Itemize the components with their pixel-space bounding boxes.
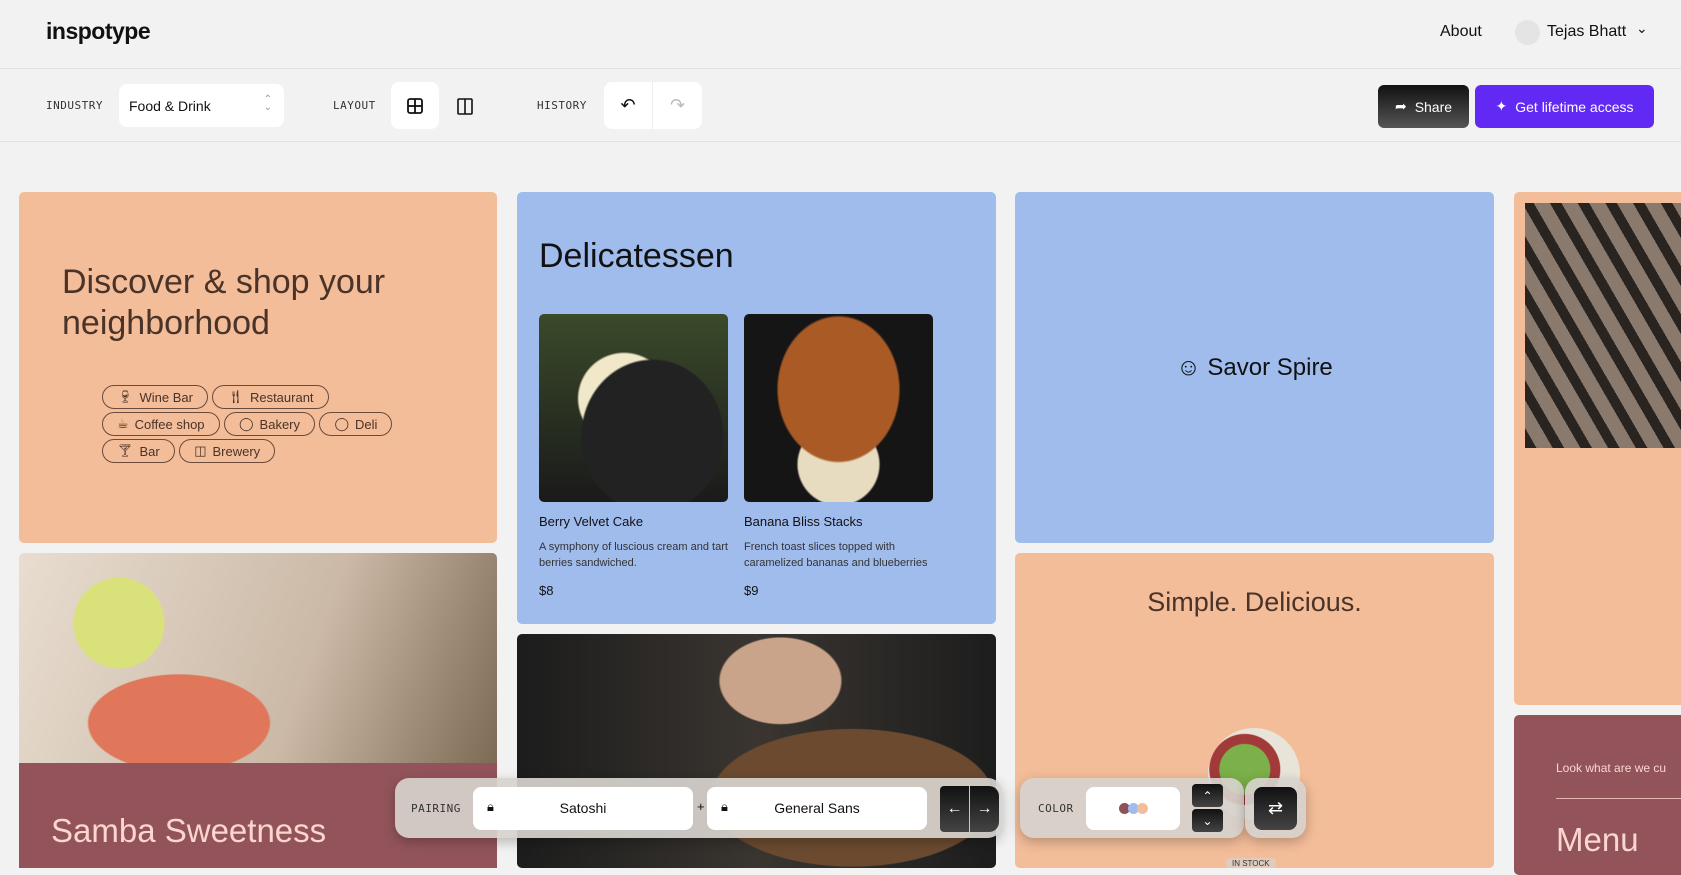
chip-brewery[interactable]: ◫ Brewery [179,439,276,463]
get-access-label: Get lifetime access [1515,98,1634,115]
brand-name: Savor Spire [1207,354,1333,381]
portrait-photo [1525,203,1681,448]
smile-icon: ☺︎ [1176,354,1201,381]
delicatessen-card: Delicatessen Berry Velvet Cake A symphon… [517,192,996,624]
layout-grid-button[interactable] [391,82,439,129]
bread-icon: ◯ [238,416,254,431]
dish-price: $9 [744,583,759,598]
portrait-card [1514,192,1681,705]
samba-title: Samba Sweetness [51,812,327,849]
color-label: COLOR [1038,802,1074,815]
menu-intro: Look what are we cu [1556,761,1667,775]
arrow-right-icon: → [976,800,993,817]
discover-title: Discover & shop your neighborhood [62,263,386,342]
simple-title: Simple. Delicious. [1147,587,1362,617]
plus-sign: + [697,799,705,814]
redo-icon[interactable]: ↷ [653,82,702,129]
font1-field[interactable]: 🔒︎ Satoshi [473,787,693,830]
arrow-left-icon: ← [946,800,963,817]
top-header: inspotype About Tejas Bhatt ⌄ [0,0,1681,69]
logo[interactable]: inspotype [46,18,151,45]
select-arrows-icon: ⌃ ⌄ [263,94,272,113]
beer-cup-icon: ◫ [194,443,207,458]
chip-label: Bar [139,443,160,459]
color-up-button[interactable]: ⌃ [1192,784,1223,807]
dish-name: Berry Velvet Cake [539,514,644,529]
shuffle-icon: ⇄ [1267,798,1284,818]
palette-swatch-button[interactable] [1086,787,1180,830]
history-group: ↶ ↷ [604,82,702,129]
shuffle-button[interactable]: ⇄ [1254,787,1297,830]
share-icon: ➦ [1394,98,1407,114]
share-label: Share [1414,98,1453,115]
next-pairing-button[interactable]: → [970,786,999,832]
industry-value: Food & Drink [129,98,211,114]
chip-bakery[interactable]: ◯ Bakery [223,412,316,436]
chip-list: 🍷︎ Wine Bar 🍴︎ Restaurant ☕︎ Coffee shop ◯ B… [102,385,432,466]
about-link[interactable]: About [1440,23,1482,41]
pairing-bar: PAIRING 🔒︎ Satoshi + 🔒︎ General Sans ← → [395,778,1002,838]
chip-coffee-shop[interactable]: ☕︎ Coffee shop [102,412,220,436]
chevron-down-icon: ⌄ [1202,813,1213,828]
menu-title: Menu [1556,821,1639,858]
color-down-button[interactable]: ⌄ [1192,809,1223,832]
font2-field[interactable]: 🔒︎ General Sans [707,787,927,830]
pairing-label: PAIRING [411,802,461,815]
layout-label: LAYOUT [333,99,376,112]
chip-label: Wine Bar [139,389,193,405]
user-name[interactable]: Tejas Bhatt [1547,23,1626,41]
undo-icon[interactable]: ↶ [604,82,653,129]
chip-wine-bar[interactable]: 🍷︎ Wine Bar [102,385,208,409]
color-bar: COLOR ⌃ ⌄ [1020,778,1244,838]
chip-label: Brewery [212,443,261,459]
chip-label: Bakery [259,416,301,432]
cookie-icon: ◯ [334,416,350,431]
deli-title: Delicatessen [539,237,734,275]
chip-restaurant[interactable]: 🍴︎ Restaurant [212,385,329,409]
industry-select[interactable]: Food & Drink ⌃ ⌄ [119,84,284,127]
menu-card: Look what are we cu Menu [1514,715,1681,875]
chip-label: Deli [355,416,378,432]
berry-cake-image [539,314,728,502]
chip-label: Coffee shop [134,416,205,432]
chip-label: Restaurant [249,389,314,405]
wine-glass-icon: 🍷︎ [117,389,134,404]
cocktail-photo [19,553,497,763]
dish-banana-bliss-stacks[interactable]: Banana Bliss Stacks French toast slices … [744,514,933,598]
cocktail-icon: 🍸︎ [117,443,134,458]
menu-divider [1556,798,1681,799]
chip-deli[interactable]: ◯ Deli [319,412,393,436]
font1-name: Satoshi [559,800,607,816]
banana-stacks-image [744,314,933,502]
avatar[interactable] [1515,20,1540,45]
brand-name-row: ☺︎ Savor Spire [1015,354,1494,382]
chevron-down-icon[interactable]: ⌄ [1636,20,1648,37]
dish-price: $8 [539,583,554,598]
dish-berry-velvet-cake[interactable]: Berry Velvet Cake A symphony of luscious… [539,514,728,598]
share-button[interactable]: ➦ Share [1378,85,1469,128]
dish-name: Banana Bliss Stacks [744,514,863,529]
coffee-icon: ☕︎ [117,416,129,431]
dish-description: French toast slices topped with carameli… [744,541,928,569]
prev-pairing-button[interactable]: ← [940,786,969,832]
history-label: HISTORY [537,99,587,112]
toolbar: INDUSTRY Food & Drink ⌃ ⌄ LAYOUT HISTORY … [0,69,1681,142]
columns-icon[interactable] [457,98,473,115]
font2-name: General Sans [774,800,860,816]
brand-card: ☺︎ Savor Spire [1015,192,1494,543]
get-lifetime-access-button[interactable]: ✦ Get lifetime access [1475,85,1654,128]
utensils-icon: 🍴︎ [227,389,244,404]
grid-icon [407,98,423,114]
chip-bar[interactable]: 🍸︎ Bar [102,439,175,463]
chevron-up-icon: ⌃ [1202,788,1213,803]
discover-card: Discover & shop your neighborhood 🍷︎ Wine… [19,192,497,543]
in-stock-badge: IN STOCK [1226,858,1276,868]
shuffle-wrap: ⇄ [1245,778,1306,838]
industry-label: INDUSTRY [46,99,103,112]
swatch-dot [1136,803,1148,814]
sparkle-icon: ✦ [1495,98,1508,114]
dish-description: A symphony of luscious cream and tart be… [539,541,728,569]
